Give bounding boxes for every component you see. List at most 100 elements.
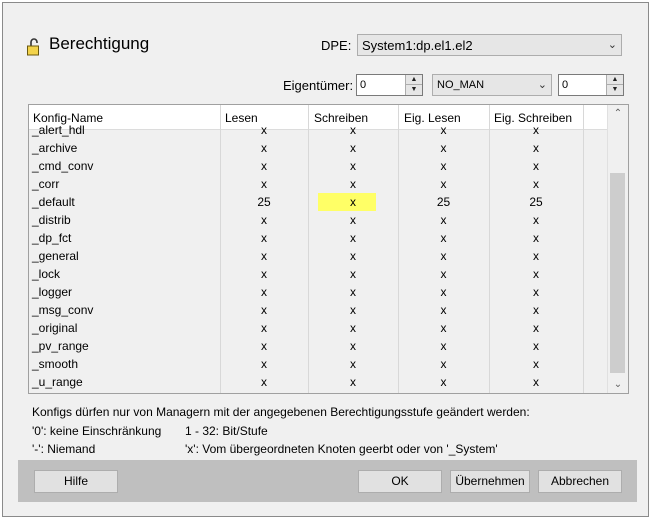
table-row[interactable]: _distrib x x x x [29, 211, 609, 229]
table-row[interactable]: _cmd_conv x x x x [29, 157, 609, 175]
table-row[interactable]: _original x x x x [29, 319, 609, 337]
permission-cell[interactable]: x [308, 231, 398, 245]
permission-cell[interactable]: x [220, 231, 308, 245]
table-scrollbar[interactable]: ⌃ ⌄ [607, 105, 628, 393]
table-row[interactable]: _alert_hdl x x x x [29, 121, 609, 139]
permission-cell[interactable]: x [308, 339, 398, 353]
permission-cell[interactable]: x [489, 375, 583, 389]
config-name-cell: _general [32, 249, 79, 263]
table-row[interactable]: _u_range x x x x [29, 373, 609, 391]
permission-cell[interactable]: x [220, 375, 308, 389]
config-name-cell: _archive [32, 141, 78, 155]
permission-cell[interactable]: x [308, 375, 398, 389]
table-row[interactable]: _pv_range x x x x [29, 337, 609, 355]
permission-cell[interactable]: x [308, 321, 398, 335]
permission-cell[interactable]: x [220, 339, 308, 353]
permission-cell[interactable]: x [489, 303, 583, 317]
permission-cell[interactable]: x [308, 357, 398, 371]
permission-cell[interactable]: x [308, 141, 398, 155]
table-row[interactable]: _msg_conv x x x x [29, 301, 609, 319]
table-row[interactable]: _default 25 x 25 25 [29, 193, 609, 211]
scroll-up-icon[interactable]: ⌃ [608, 105, 628, 122]
cancel-button[interactable]: Abbrechen [538, 470, 622, 493]
permission-cell[interactable]: x [489, 159, 583, 173]
permission-cell[interactable]: x [220, 267, 308, 281]
permission-cell[interactable]: x [489, 213, 583, 227]
permission-cell[interactable]: x [398, 177, 489, 191]
owner-level-spinbox[interactable]: 0 ▲ ▼ [356, 74, 423, 96]
permission-cell[interactable]: x [398, 231, 489, 245]
dpe-select[interactable]: System1:dp.el1.el2 ⌄ [357, 34, 622, 56]
config-name-cell: _distrib [32, 213, 71, 227]
table-row[interactable]: _lock x x x x [29, 265, 609, 283]
permission-cell[interactable]: 25 [489, 195, 583, 209]
permission-cell[interactable]: x [398, 339, 489, 353]
permission-cell[interactable]: x [398, 321, 489, 335]
permission-cell[interactable]: x [220, 177, 308, 191]
permission-cell[interactable]: x [489, 141, 583, 155]
table-row[interactable]: _logger x x x x [29, 283, 609, 301]
spin-down-icon[interactable]: ▼ [406, 85, 422, 95]
permission-cell[interactable]: x [398, 303, 489, 317]
permission-cell[interactable]: x [489, 177, 583, 191]
permission-cell[interactable]: x [308, 159, 398, 173]
permission-cell[interactable]: x [220, 357, 308, 371]
permission-cell[interactable]: x [398, 267, 489, 281]
permission-cell[interactable]: x [220, 123, 308, 137]
help-button[interactable]: Hilfe [34, 470, 118, 493]
permission-cell[interactable]: x [308, 285, 398, 299]
permission-cell[interactable]: x [398, 375, 489, 389]
permission-cell[interactable]: x [398, 249, 489, 263]
scrollbar-thumb[interactable] [610, 173, 625, 373]
config-name-cell: _lock [32, 267, 61, 281]
permission-cell[interactable]: x [220, 321, 308, 335]
permission-cell[interactable]: x [489, 321, 583, 335]
permission-cell[interactable]: x [308, 303, 398, 317]
permission-cell[interactable]: x [220, 249, 308, 263]
config-name-cell: _default [32, 195, 75, 209]
permission-cell[interactable]: x [308, 249, 398, 263]
ok-button[interactable]: OK [358, 470, 442, 493]
apply-button[interactable]: Übernehmen [450, 470, 530, 493]
permission-cell[interactable]: x [489, 285, 583, 299]
permission-cell[interactable]: x [220, 159, 308, 173]
spin-up-icon[interactable]: ▲ [607, 75, 623, 85]
permission-cell[interactable]: x [398, 123, 489, 137]
permission-cell[interactable]: x [308, 195, 398, 209]
table-row[interactable]: _smooth x x x x [29, 355, 609, 373]
permission-cell[interactable]: x [489, 339, 583, 353]
permission-cell[interactable]: x [489, 231, 583, 245]
permission-cell[interactable]: x [220, 303, 308, 317]
manager-select[interactable]: NO_MAN ⌄ [432, 74, 552, 96]
table-row[interactable]: _general x x x x [29, 247, 609, 265]
permission-cell[interactable]: x [220, 213, 308, 227]
permission-cell[interactable]: x [489, 123, 583, 137]
permission-cell[interactable]: x [220, 285, 308, 299]
manager-level-spinbox[interactable]: 0 ▲ ▼ [558, 74, 624, 96]
table-row[interactable]: _corr x x x x [29, 175, 609, 193]
permission-cell[interactable]: x [220, 141, 308, 155]
permission-cell[interactable]: x [308, 177, 398, 191]
dpe-label: DPE: [321, 38, 352, 53]
permission-cell[interactable]: x [398, 357, 489, 371]
permission-cell[interactable]: x [398, 213, 489, 227]
permission-cell[interactable]: x [489, 267, 583, 281]
permission-cell[interactable]: x [489, 249, 583, 263]
permission-cell[interactable]: x [489, 357, 583, 371]
permission-cell[interactable]: x [308, 123, 398, 137]
config-table[interactable]: Konfig-Name Lesen Schreiben Eig. Lesen E… [28, 104, 629, 394]
scroll-down-icon[interactable]: ⌄ [608, 376, 628, 393]
permission-cell[interactable]: 25 [398, 195, 489, 209]
lock-icon [27, 38, 39, 56]
spin-down-icon[interactable]: ▼ [607, 85, 623, 95]
table-row[interactable]: _archive x x x x [29, 139, 609, 157]
permission-cell[interactable]: 25 [220, 195, 308, 209]
permission-cell[interactable]: x [398, 285, 489, 299]
permission-cell[interactable]: x [398, 141, 489, 155]
permission-cell[interactable]: x [308, 213, 398, 227]
config-name-cell: _original [32, 321, 78, 335]
permission-cell[interactable]: x [308, 267, 398, 281]
permission-cell[interactable]: x [398, 159, 489, 173]
table-row[interactable]: _dp_fct x x x x [29, 229, 609, 247]
spin-up-icon[interactable]: ▲ [406, 75, 422, 85]
